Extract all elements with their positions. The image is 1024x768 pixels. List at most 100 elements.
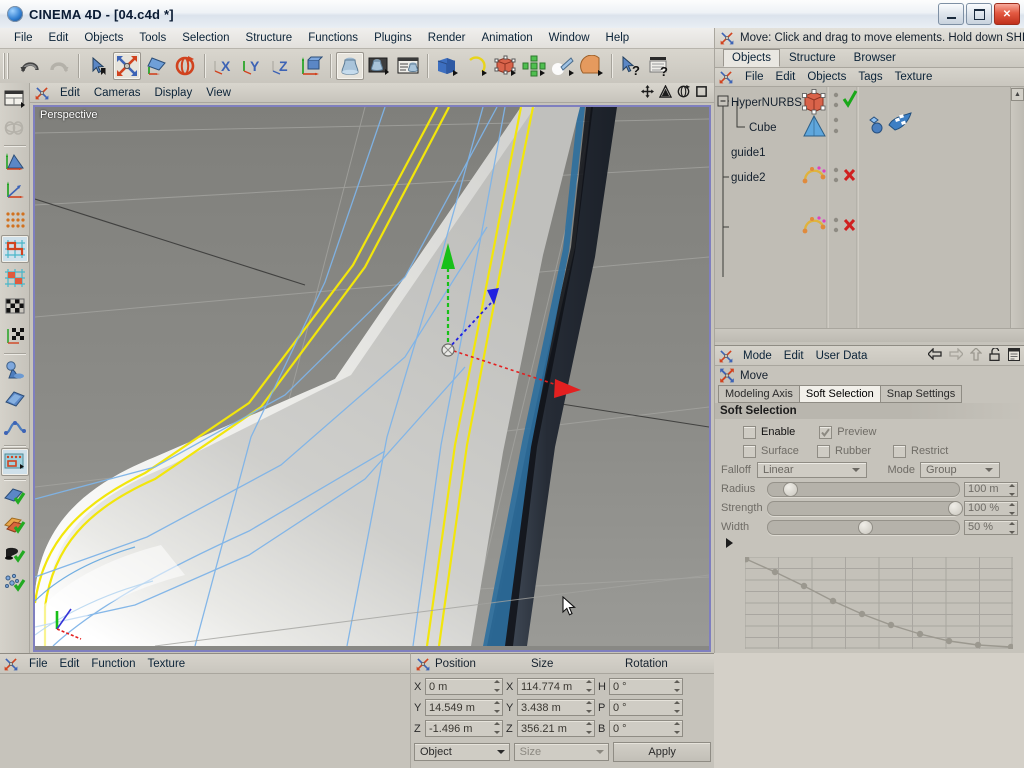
menu-item-functions[interactable]: Functions xyxy=(300,30,366,46)
coordinate-stepper[interactable] xyxy=(584,722,593,734)
coordinate-stepper[interactable] xyxy=(492,701,501,713)
coord-system-dropdown[interactable]: Object xyxy=(414,743,510,761)
world-object-axis-icon[interactable] xyxy=(297,52,325,80)
snap-enable-icon[interactable] xyxy=(1,569,29,597)
object-menu-file[interactable]: File xyxy=(739,70,770,84)
rotation-p-field[interactable]: 0 ° xyxy=(609,699,683,716)
render-view-icon[interactable] xyxy=(336,52,364,80)
edge-mode-icon[interactable] xyxy=(0,235,29,263)
surface-checkbox[interactable] xyxy=(743,444,756,458)
point-mode-icon[interactable] xyxy=(1,206,29,234)
width-slider[interactable] xyxy=(767,519,960,535)
material-menu-file[interactable]: File xyxy=(23,657,54,671)
menu-item-help[interactable]: Help xyxy=(598,30,638,46)
rotation-h-field[interactable]: 0 ° xyxy=(609,678,683,695)
strength-stepper[interactable] xyxy=(1007,502,1016,515)
menu-item-render[interactable]: Render xyxy=(420,30,474,46)
page-icon[interactable] xyxy=(1008,347,1020,364)
viewport-menu-view[interactable]: View xyxy=(199,86,238,100)
spline-arc-icon[interactable] xyxy=(462,52,490,80)
size-mode-dropdown[interactable]: Size xyxy=(513,743,610,761)
width-field[interactable]: 50 % xyxy=(964,519,1018,535)
lock-icon[interactable] xyxy=(989,346,1001,364)
attribute-menu-edit[interactable]: Edit xyxy=(778,349,810,363)
select-cursor-icon[interactable] xyxy=(84,52,112,80)
coordinate-stepper[interactable] xyxy=(584,701,593,713)
attribute-tab-modeling-axis[interactable]: Modeling Axis xyxy=(718,385,800,403)
workplane-mode-icon[interactable] xyxy=(1,385,29,413)
texture-axis-mode-icon[interactable] xyxy=(1,322,29,350)
menu-item-objects[interactable]: Objects xyxy=(76,30,131,46)
object-row-guide2[interactable]: guide2 xyxy=(715,165,827,190)
nurbs-hyper-icon[interactable] xyxy=(491,52,519,80)
coordinate-stepper[interactable] xyxy=(672,701,681,713)
menu-item-selection[interactable]: Selection xyxy=(174,30,237,46)
move-tool-icon[interactable] xyxy=(113,52,141,80)
coordinate-stepper[interactable] xyxy=(672,722,681,734)
viewport-menu-cameras[interactable]: Cameras xyxy=(87,86,148,100)
material-list[interactable] xyxy=(0,674,410,767)
menu-item-animation[interactable]: Animation xyxy=(474,30,541,46)
object-manager-vscrollbar[interactable]: ▲ xyxy=(1010,87,1024,342)
viewport-menu-display[interactable]: Display xyxy=(147,86,199,100)
object-menu-texture[interactable]: Texture xyxy=(889,70,939,84)
material-menu-texture[interactable]: Texture xyxy=(141,657,191,671)
camera-scene-icon[interactable] xyxy=(578,52,606,80)
help-manual-icon[interactable]: ? xyxy=(646,52,674,80)
render-region-icon[interactable] xyxy=(365,52,393,80)
maximize-view-icon[interactable] xyxy=(695,85,708,101)
perspective-viewport[interactable]: Perspective xyxy=(33,105,711,652)
strength-slider[interactable] xyxy=(767,500,963,516)
menu-item-plugins[interactable]: Plugins xyxy=(366,30,420,46)
object-menu-objects[interactable]: Objects xyxy=(801,70,852,84)
up-arrow-icon[interactable] xyxy=(969,346,983,364)
menu-item-structure[interactable]: Structure xyxy=(238,30,301,46)
attribute-tab-snap-settings[interactable]: Snap Settings xyxy=(879,385,963,403)
attribute-menu-mode[interactable]: Mode xyxy=(737,349,778,363)
radius-field[interactable]: 100 m xyxy=(964,481,1018,497)
object-tree[interactable]: HyperNURBS Cube guide1 guide2 xyxy=(715,87,827,342)
object-row-hypernurbs[interactable]: HyperNURBS xyxy=(715,90,827,115)
deformer-mode-icon[interactable] xyxy=(1,356,29,384)
attribute-menu-user-data[interactable]: User Data xyxy=(810,349,874,363)
object-manager-tab-structure[interactable]: Structure xyxy=(780,49,845,67)
texture-mode-icon[interactable] xyxy=(1,293,29,321)
layout-presets-icon[interactable] xyxy=(1,85,29,113)
falloff-curve-editor[interactable] xyxy=(742,555,1015,651)
coordinate-stepper[interactable] xyxy=(584,680,593,692)
rubber-checkbox[interactable] xyxy=(817,444,830,458)
render-settings-icon[interactable] xyxy=(394,52,422,80)
quantize-icon[interactable] xyxy=(1,511,29,539)
rotation-b-field[interactable]: 0 ° xyxy=(609,720,683,737)
radius-slider[interactable] xyxy=(767,481,960,497)
apply-button[interactable]: Apply xyxy=(613,742,711,762)
attribute-tab-soft-selection[interactable]: Soft Selection xyxy=(798,385,881,403)
triangle-right-icon[interactable] xyxy=(725,538,734,551)
material-menu-function[interactable]: Function xyxy=(85,657,141,671)
undo-icon[interactable] xyxy=(16,52,44,80)
axis-y-lock-icon[interactable]: Y xyxy=(239,52,267,80)
menu-item-tools[interactable]: Tools xyxy=(131,30,174,46)
pan-view-icon[interactable] xyxy=(641,84,654,101)
object-manager-tab-browser[interactable]: Browser xyxy=(845,49,905,67)
coordinate-stepper[interactable] xyxy=(672,680,681,692)
enable-checkbox[interactable] xyxy=(743,425,756,439)
coordinate-stepper[interactable] xyxy=(492,722,501,734)
object-menu-tags[interactable]: Tags xyxy=(852,70,888,84)
help-cursor-icon[interactable]: ? xyxy=(617,52,645,80)
width-stepper[interactable] xyxy=(1007,521,1016,534)
restrict-checkbox[interactable] xyxy=(893,444,906,458)
redo-icon[interactable] xyxy=(45,52,73,80)
close-button[interactable]: ✕ xyxy=(994,3,1020,25)
selection-filter-icon[interactable] xyxy=(0,448,29,476)
falloff-dropdown[interactable]: Linear xyxy=(757,462,867,478)
array-modeling-icon[interactable] xyxy=(520,52,548,80)
size-z-field[interactable]: 356.21 m xyxy=(517,720,595,737)
zoom-view-icon[interactable] xyxy=(658,83,673,101)
make-editable-icon[interactable] xyxy=(1,114,29,142)
coordinate-stepper[interactable] xyxy=(492,680,501,692)
maximize-button[interactable] xyxy=(966,3,992,25)
primitive-cube-icon[interactable] xyxy=(433,52,461,80)
position-z-field[interactable]: -1.496 m xyxy=(425,720,503,737)
object-manager-body[interactable]: HyperNURBS Cube guide1 guide2 ▲ xyxy=(715,87,1024,342)
